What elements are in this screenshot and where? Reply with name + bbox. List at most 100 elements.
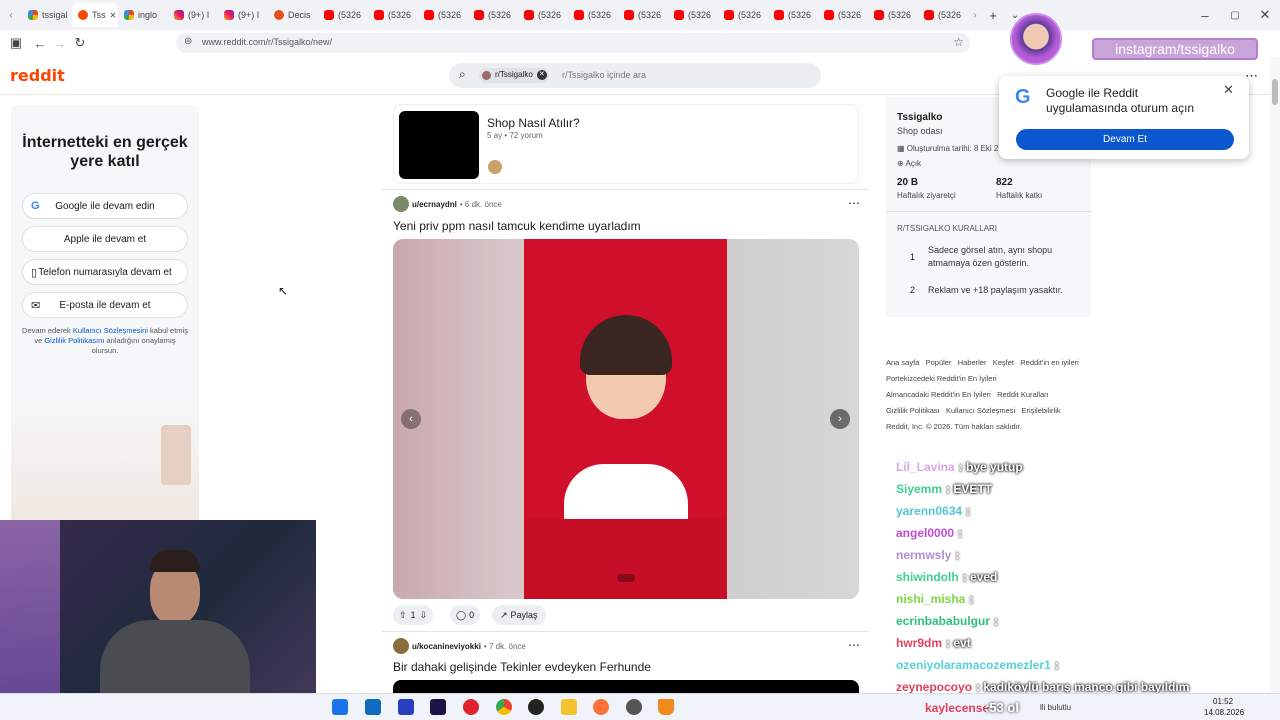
tab-13[interactable]: (5326	[668, 3, 718, 27]
popup-continue-button[interactable]: Devam Et	[1016, 129, 1234, 150]
tab-2[interactable]: inglo	[118, 3, 168, 27]
tab-11[interactable]: (5326	[568, 3, 618, 27]
downvote-icon[interactable]: ⇩	[420, 610, 428, 621]
search-bar[interactable]: ⌕ r/Tssigalko ✕ r/Tssigalko içinde ara	[449, 63, 821, 88]
post-title[interactable]: Yeni priv ppm nasıl tamcuk kendime uyarl…	[393, 219, 641, 233]
apple-signin-button[interactable]: Apple ile devam et	[22, 226, 188, 252]
popup-text: Google ile Reddit uygulamasında oturum a…	[1046, 86, 1195, 115]
comments-button[interactable]: ◯ 0	[450, 605, 481, 625]
chat-text: : bye yutup	[958, 460, 1023, 474]
clock-date[interactable]: 14.08.2026	[1204, 708, 1244, 717]
minimize-icon[interactable]: –	[1190, 8, 1220, 23]
forward-icon[interactable]: →	[50, 36, 70, 51]
divider	[381, 631, 869, 632]
community-status: ⊕ Açık	[897, 159, 921, 168]
chip-remove-icon[interactable]: ✕	[536, 70, 547, 80]
pinned-post-meta: 5 ay • 72 yorum	[487, 131, 543, 140]
privacy-policy-link[interactable]: Gizlilik Politikasını	[44, 336, 104, 345]
post2-author[interactable]: u/kocanineviyokki	[412, 642, 481, 651]
footer-links-4[interactable]: Gizlilik Politikası Kullanıcı Sözleşmesi…	[886, 406, 1061, 415]
post2-image[interactable]	[393, 680, 859, 693]
share-button[interactable]: ↗ Paylaş	[492, 605, 546, 625]
pinned-post-title[interactable]: Shop Nasıl Atılır?	[487, 116, 580, 130]
user-agreement-link[interactable]: Kullanıcı Sözleşmesini	[73, 326, 148, 335]
new-tab-icon[interactable]: +	[982, 8, 1004, 23]
maximize-icon[interactable]: ▢	[1220, 10, 1250, 21]
scrollbar-thumb[interactable]	[1272, 79, 1278, 105]
footer-links-3[interactable]: Almancadaki Reddit'in En İyileri Reddit …	[886, 390, 1049, 399]
chat-text: :	[955, 548, 960, 562]
tab-17[interactable]: (5326	[868, 3, 918, 27]
pinned-post-thumbnail	[399, 111, 479, 179]
firefox-icon[interactable]	[593, 699, 609, 715]
footer-links-1[interactable]: Ana sayfa Popüler Haberler Keşfet Reddit…	[886, 358, 1079, 367]
premiere-icon[interactable]	[430, 699, 446, 715]
tab-0[interactable]: tssigal	[22, 3, 72, 27]
contrib-label: Haftalık katkı	[996, 191, 1043, 200]
tab-12[interactable]: (5326	[618, 3, 668, 27]
post2-title[interactable]: Bir dahaki gelişinde Tekinler evdeyken F…	[393, 660, 651, 674]
opera-icon[interactable]	[463, 699, 479, 715]
youtube-icon	[474, 10, 484, 20]
obs-icon[interactable]	[528, 699, 544, 715]
outlook-icon[interactable]	[365, 699, 381, 715]
divider	[381, 189, 869, 190]
tab-7[interactable]: (5326	[368, 3, 418, 27]
chrome-icon[interactable]	[496, 699, 512, 715]
subreddit-chip[interactable]: r/Tssigalko ✕	[479, 68, 549, 83]
post-author[interactable]: u/ecrnaydnl	[412, 200, 457, 209]
sidebar-toggle-icon[interactable]: ▣	[6, 35, 26, 51]
site-info-icon[interactable]: ⊜	[184, 36, 192, 47]
vlc-icon[interactable]	[658, 699, 674, 715]
tab-4[interactable]: (9+) I	[218, 3, 268, 27]
rule-2[interactable]: Reklam ve +18 paylaşım yasaktır.	[928, 285, 1088, 295]
tab-16[interactable]: (5326	[818, 3, 868, 27]
folder-icon[interactable]	[561, 699, 577, 715]
back-icon[interactable]: ←	[30, 36, 50, 51]
streamer-avatar	[1010, 13, 1062, 65]
post2-options-icon[interactable]: ⋯	[848, 638, 860, 652]
close-window-icon[interactable]: ✕	[1250, 7, 1280, 23]
tab-scroll-right-icon[interactable]: ›	[968, 10, 982, 21]
user-avatar[interactable]	[393, 638, 409, 654]
user-avatar[interactable]	[393, 196, 409, 212]
start-icon[interactable]	[332, 699, 348, 715]
subreddit-chip-avatar	[482, 71, 491, 80]
upvote-icon[interactable]: ⇧	[399, 610, 407, 621]
email-signin-button[interactable]: ✉ E-posta ile devam et	[22, 292, 188, 318]
footer-links-2[interactable]: Portekizcedeki Reddit'in En İyileri	[886, 374, 997, 383]
phone-signin-button[interactable]: ▯ Telefon numarasıyla devam et	[22, 259, 188, 285]
steam-icon[interactable]	[626, 699, 642, 715]
popup-close-icon[interactable]: ✕	[1223, 82, 1234, 98]
google-signin-button[interactable]: G Google ile devam edin	[22, 193, 188, 219]
address-bar[interactable]: ⊜ www.reddit.com/r/Tssigalko/new/ ☆	[176, 33, 970, 53]
carousel-prev-icon[interactable]: ‹	[401, 409, 421, 429]
clock-time[interactable]: 01:52	[1213, 697, 1233, 706]
tab-18[interactable]: (5326	[918, 3, 968, 27]
tab-5[interactable]: Decis	[268, 3, 318, 27]
post-image-carousel[interactable]: ‹ ›	[393, 239, 859, 599]
carousel-next-icon[interactable]: ›	[830, 409, 850, 429]
reddit-logo[interactable]: reddit	[10, 66, 65, 85]
tab-1[interactable]: Tss ✕	[72, 3, 118, 27]
page-scrollbar[interactable]	[1270, 57, 1280, 693]
tab-3[interactable]: (9+) I	[168, 3, 218, 27]
tab-scroll-left-icon[interactable]: ‹	[0, 10, 22, 21]
tab-close-icon[interactable]: ✕	[110, 11, 117, 20]
tab-6[interactable]: (5326	[318, 3, 368, 27]
tab-15[interactable]: (5326	[768, 3, 818, 27]
legal-text: Devam ederek Kullanıcı Sözleşmesini kabu…	[20, 326, 190, 356]
tab-8[interactable]: (5326	[418, 3, 468, 27]
rule-1[interactable]: Sadece görsel atın, aynı shopu atmamaya …	[928, 244, 1078, 270]
tab-10[interactable]: (5326	[518, 3, 568, 27]
chat-message: yarenn0634:	[896, 504, 970, 518]
post-options-icon[interactable]: ⋯	[848, 196, 860, 210]
reload-icon[interactable]: ↻	[70, 35, 90, 51]
bookmark-star-icon[interactable]: ☆	[953, 35, 964, 49]
chat-message: Lil_Lavina: bye yutup	[896, 460, 1023, 474]
tab-9[interactable]: (5326	[468, 3, 518, 27]
tab-14[interactable]: (5326	[718, 3, 768, 27]
app-icon[interactable]	[398, 699, 414, 715]
visitors-count: 20 B	[897, 177, 919, 188]
pinned-post-card[interactable]: Shop Nasıl Atılır? 5 ay • 72 yorum	[393, 104, 859, 184]
